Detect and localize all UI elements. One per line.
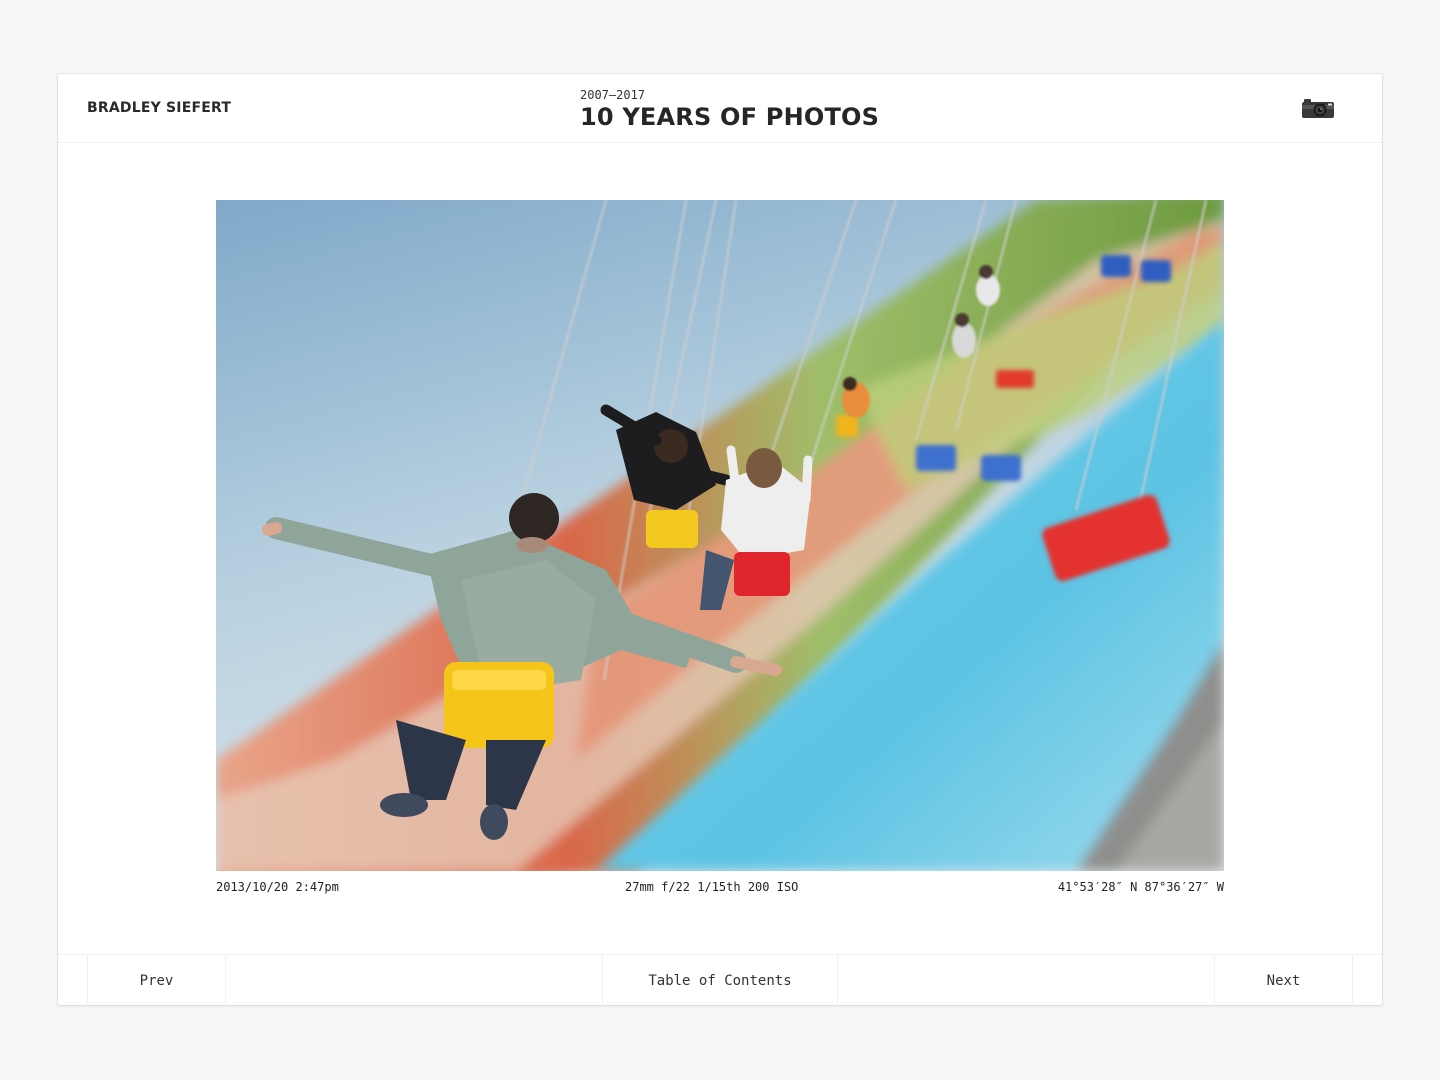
pagination-footer: Prev Table of Contents Next bbox=[58, 954, 1382, 1006]
header: BRADLEY SIEFERT 2007–2017 10 YEARS OF PH… bbox=[58, 74, 1382, 143]
author-name[interactable]: BRADLEY SIEFERT bbox=[87, 100, 231, 116]
table-of-contents-button[interactable]: Table of Contents bbox=[602, 955, 838, 1006]
photo-exif: 27mm f/22 1/15th 200 ISO bbox=[625, 880, 799, 894]
photo-date: 2013/10/20 2:47pm bbox=[216, 880, 339, 894]
photo-card: BRADLEY SIEFERT 2007–2017 10 YEARS OF PH… bbox=[58, 74, 1382, 1006]
page-title: 10 YEARS OF PHOTOS bbox=[580, 103, 880, 131]
featured-photo bbox=[216, 200, 1224, 871]
years-range: 2007–2017 bbox=[580, 88, 646, 102]
title-block: 2007–2017 10 YEARS OF PHOTOS bbox=[580, 88, 879, 131]
camera-icon[interactable] bbox=[1301, 97, 1335, 119]
next-button[interactable]: Next bbox=[1214, 955, 1353, 1006]
photo-location: 41°53′28″ N 87°36′27″ W bbox=[1057, 880, 1224, 894]
prev-button[interactable]: Prev bbox=[87, 955, 226, 1006]
